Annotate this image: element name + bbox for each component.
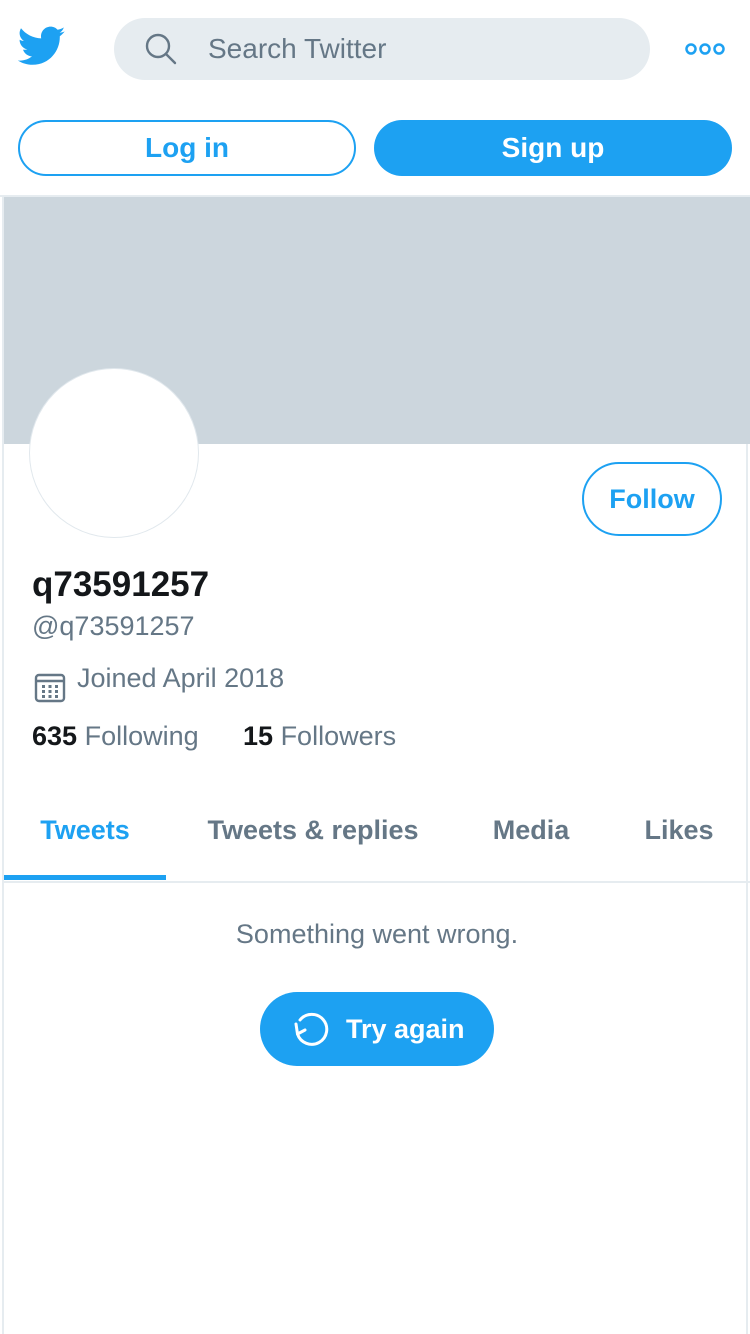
login-button[interactable]: Log in bbox=[18, 120, 356, 176]
user-handle: @q73591257 bbox=[32, 611, 195, 641]
tab-tweets[interactable]: Tweets bbox=[4, 795, 166, 881]
top-bar: Search Twitter bbox=[0, 0, 750, 100]
auth-buttons: Log in Sign up bbox=[0, 118, 750, 178]
error-message: Something went wrong. bbox=[235, 919, 519, 949]
tab-tweets-and-replies[interactable]: Tweets & replies bbox=[182, 795, 444, 881]
tab-likes[interactable]: Likes bbox=[626, 795, 732, 881]
twitter-bird-icon[interactable] bbox=[17, 26, 66, 70]
more-dots-icon[interactable] bbox=[684, 40, 726, 58]
following-label: Following bbox=[84, 721, 199, 751]
joined-text: Joined April 2018 bbox=[77, 663, 285, 693]
signup-button[interactable]: Sign up bbox=[374, 120, 732, 176]
display-name: q73591257 bbox=[32, 565, 210, 604]
active-tab-indicator bbox=[4, 875, 166, 880]
search-placeholder: Search Twitter bbox=[208, 33, 387, 64]
try-again-button[interactable]: Try again bbox=[260, 992, 494, 1066]
profile-tabs: Tweets Tweets & replies Media Likes bbox=[4, 795, 750, 883]
avatar[interactable] bbox=[30, 369, 198, 537]
following-link[interactable]: 635 Following bbox=[32, 721, 199, 752]
calendar-icon bbox=[34, 671, 66, 703]
followers-link[interactable]: 15 Followers bbox=[243, 721, 396, 752]
refresh-icon bbox=[292, 1010, 330, 1048]
try-again-label: Try again bbox=[346, 1014, 465, 1044]
search-icon bbox=[144, 32, 178, 66]
followers-label: Followers bbox=[280, 721, 397, 751]
tab-media[interactable]: Media bbox=[470, 795, 592, 881]
following-count: 635 bbox=[32, 721, 78, 751]
profile-card: Follow q73591257 @q73591257 Joined April… bbox=[2, 197, 750, 1334]
followers-count: 15 bbox=[243, 721, 274, 751]
follow-button[interactable]: Follow bbox=[582, 462, 722, 536]
search-input[interactable]: Search Twitter bbox=[114, 18, 650, 80]
